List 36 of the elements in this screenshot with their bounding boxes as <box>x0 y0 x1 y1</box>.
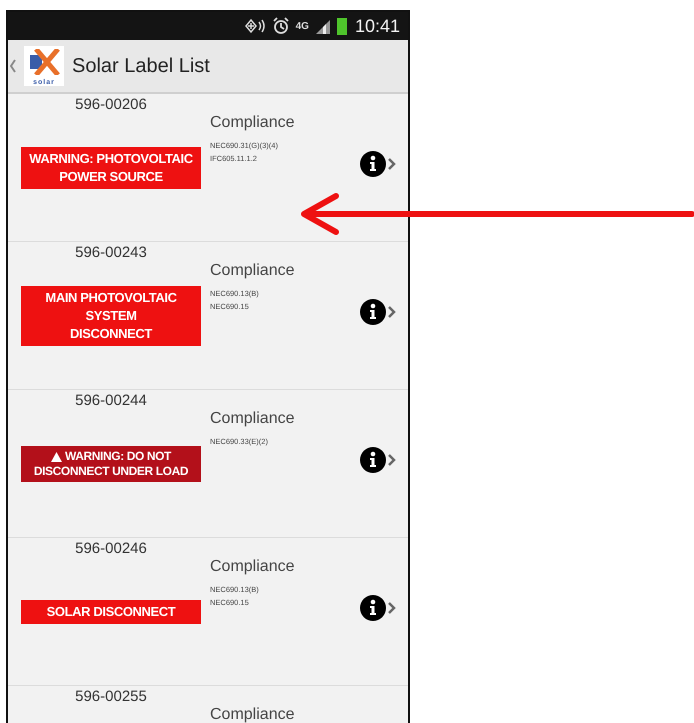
nfc-icon <box>244 18 266 34</box>
alarm-icon <box>272 17 290 35</box>
compliance-heading: Compliance <box>210 706 296 723</box>
sign-text: POWER SOURCE <box>59 168 163 186</box>
signal-icon <box>314 18 331 34</box>
compliance-heading: Compliance <box>210 410 296 427</box>
chevron-icon[interactable] <box>388 306 396 318</box>
chevron-icon[interactable] <box>388 602 396 614</box>
chevron-icon[interactable] <box>388 158 396 170</box>
clock: 10:41 <box>354 16 400 36</box>
sign-text: MAIN PHOTOVOLTAIC <box>45 289 177 307</box>
label-number: 596-00244 <box>75 392 147 409</box>
sign-text: SOLAR DISCONNECT <box>46 603 176 621</box>
compliance-heading: Compliance <box>210 558 296 575</box>
sign-text: WARNING: PHOTOVOLTAIC <box>29 150 193 168</box>
network-type: 4G <box>296 20 309 32</box>
sign-text: DISCONNECT <box>70 325 152 343</box>
info-icon[interactable] <box>360 298 386 324</box>
screen-title: Solar Label List <box>72 54 210 78</box>
label-row[interactable]: 596-00255 Compliance <box>8 686 408 723</box>
sign-text: SYSTEM <box>85 307 137 325</box>
label-number: 596-00246 <box>75 540 147 557</box>
label-number: 596-00255 <box>75 688 147 705</box>
sign-text: WARNING: DO NOT <box>65 449 171 464</box>
warning-icon <box>51 452 62 462</box>
label-number: 596-00243 <box>75 244 147 261</box>
info-icon[interactable] <box>360 150 386 176</box>
info-icon[interactable] <box>360 594 386 620</box>
info-icon[interactable] <box>360 446 386 472</box>
back-icon[interactable] <box>10 59 16 73</box>
battery-icon <box>336 17 347 35</box>
compliance-heading: Compliance <box>210 262 296 279</box>
sign-text: DISCONNECT UNDER LOAD <box>34 464 188 479</box>
chevron-icon[interactable] <box>388 454 396 466</box>
label-number: 596-00206 <box>75 96 147 113</box>
compliance-heading: Compliance <box>210 114 296 131</box>
